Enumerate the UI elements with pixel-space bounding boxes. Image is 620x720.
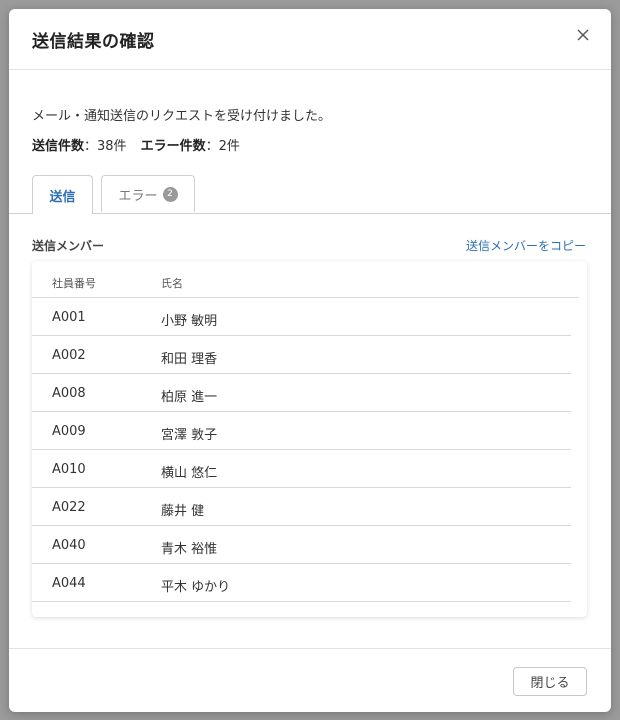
employee-name: 小野 敏明 <box>161 314 218 329</box>
employee-name: 和田 理香 <box>161 352 218 367</box>
table-scrollbar[interactable] <box>580 265 585 613</box>
sent-count-label: 送信件数 <box>32 139 85 154</box>
employee-name: 柏原 進一 <box>161 390 218 405</box>
error-count-label: エラー件数 <box>140 139 206 154</box>
employee-name: 横山 悠仁 <box>161 466 218 481</box>
employee-id: A002 <box>52 348 86 363</box>
error-count-value: ：2件 <box>205 139 240 154</box>
table-body[interactable]: A001 小野 敏明 A002 和田 理香 A008 柏原 進一 A009 宮澤… <box>32 298 571 602</box>
column-header-name: 氏名 <box>161 277 183 290</box>
members-table: 社員番号 氏名 A001 小野 敏明 A002 和田 理香 A008 柏原 進一… <box>32 261 587 617</box>
tab-sent[interactable]: 送信 <box>32 175 93 214</box>
table-row: A002 和田 理香 <box>32 336 571 374</box>
employee-id: A022 <box>52 500 86 515</box>
dialog-header: 送信結果の確認 <box>9 9 611 70</box>
table-row: A022 藤井 健 <box>32 488 571 526</box>
column-header-employee-id: 社員番号 <box>52 277 96 290</box>
table-row: A009 宮澤 敦子 <box>32 412 571 450</box>
employee-name: 平木 ゆかり <box>161 580 231 595</box>
employee-id: A009 <box>52 424 86 439</box>
table-row: A044 平木 ゆかり <box>32 564 571 602</box>
employee-name: 藤井 健 <box>161 504 205 519</box>
tab-error-label: エラー <box>118 188 158 204</box>
tab-sent-label: 送信 <box>49 189 76 205</box>
section-title: 送信メンバー <box>32 239 105 253</box>
employee-id: A008 <box>52 386 86 401</box>
error-count-badge: 2 <box>162 186 178 202</box>
table-row: A008 柏原 進一 <box>32 374 571 412</box>
dialog-footer: 閉じる <box>9 648 611 712</box>
employee-name: 青木 裕惟 <box>161 542 218 557</box>
close-icon-button[interactable] <box>571 23 595 47</box>
employee-id: A010 <box>52 462 86 477</box>
send-result-dialog: 送信結果の確認 メール・通知送信のリクエストを受け付けました。 送信件数：38件… <box>9 9 611 712</box>
tab-error[interactable]: エラー 2 <box>101 175 195 212</box>
table-row: A040 青木 裕惟 <box>32 526 571 564</box>
close-button[interactable]: 閉じる <box>513 667 587 696</box>
result-tabs: 送信 エラー 2 <box>9 173 611 214</box>
table-row: A010 横山 悠仁 <box>32 450 571 488</box>
table-header: 社員番号 氏名 <box>32 261 579 298</box>
employee-id: A044 <box>52 576 86 591</box>
close-icon <box>577 29 589 41</box>
employee-name: 宮澤 敦子 <box>161 428 218 443</box>
table-row: A001 小野 敏明 <box>32 298 571 336</box>
employee-id: A040 <box>52 538 86 553</box>
copy-members-link[interactable]: 送信メンバーをコピー <box>466 237 586 254</box>
result-message: メール・通知送信のリクエストを受け付けました。 <box>32 109 332 124</box>
dialog-title: 送信結果の確認 <box>32 32 155 52</box>
result-counts: 送信件数：38件 エラー件数：2件 <box>32 135 240 154</box>
employee-id: A001 <box>52 310 86 325</box>
sent-count-value: ：38件 <box>84 139 127 154</box>
